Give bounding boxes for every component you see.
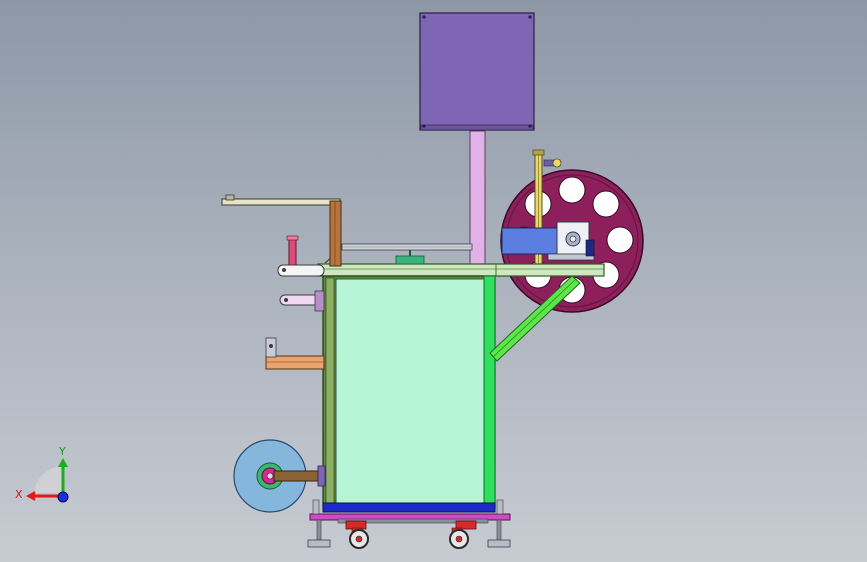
side-shelf[interactable] [265,337,325,370]
control-box[interactable] [419,12,535,131]
red-pin[interactable] [286,235,299,268]
x-axis-label: X [15,488,23,501]
upper-arm[interactable] [221,194,341,206]
base-frame[interactable] [309,513,511,524]
main-cabinet[interactable] [322,275,496,513]
film-roll[interactable] [233,439,326,513]
triad-plane [34,466,62,493]
top-rail[interactable] [324,243,473,265]
guide-bracket-upper[interactable] [277,264,325,277]
coordinate-triad: Y X [15,445,69,503]
guide-bracket-lower[interactable] [279,290,325,312]
y-axis-label: Y [58,445,66,458]
cad-viewport[interactable]: Y X [0,0,867,562]
vertical-post[interactable] [329,200,342,267]
machine-model-view[interactable]: Y X [0,0,867,562]
caster-left[interactable] [345,520,369,549]
top-platform[interactable] [317,263,605,277]
z-axis-marker [57,491,69,503]
caster-right[interactable] [449,520,477,549]
drive-motor[interactable] [501,221,595,261]
